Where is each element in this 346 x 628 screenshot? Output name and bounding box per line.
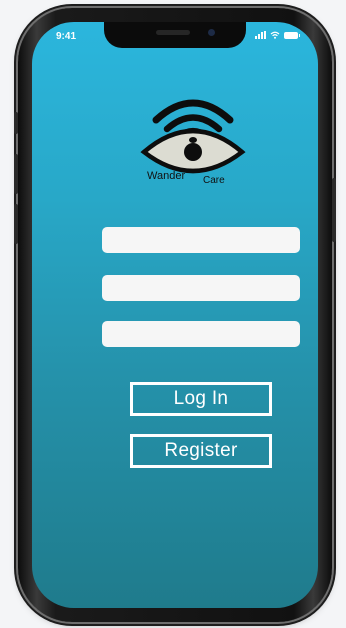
- signal-icon: [255, 31, 266, 39]
- logo-word-care: Care: [203, 175, 225, 186]
- phone-volume-up-button: [14, 154, 18, 194]
- app-mockup: 9:41 Wander Care Log In Register: [0, 0, 346, 628]
- phone-notch: [104, 22, 246, 48]
- front-camera-icon: [208, 29, 215, 36]
- phone-power-button: [332, 178, 336, 242]
- password-field[interactable]: [102, 321, 300, 347]
- status-icons: [255, 31, 300, 39]
- phone-side-button: [14, 112, 18, 134]
- logo-word-wander: Wander: [147, 170, 186, 182]
- email-field[interactable]: [102, 275, 300, 301]
- status-time: 9:41: [56, 31, 77, 42]
- app-screen: 9:41 Wander Care Log In Register: [32, 22, 318, 608]
- wifi-icon: [270, 31, 280, 39]
- username-field[interactable]: [102, 227, 300, 253]
- phone-volume-down-button: [14, 204, 18, 244]
- phone-frame: 9:41 Wander Care Log In Register: [14, 8, 336, 622]
- speaker-grille: [156, 30, 190, 35]
- battery-icon: [284, 31, 300, 39]
- register-button[interactable]: Register: [130, 434, 272, 468]
- log-in-button[interactable]: Log In: [130, 382, 272, 416]
